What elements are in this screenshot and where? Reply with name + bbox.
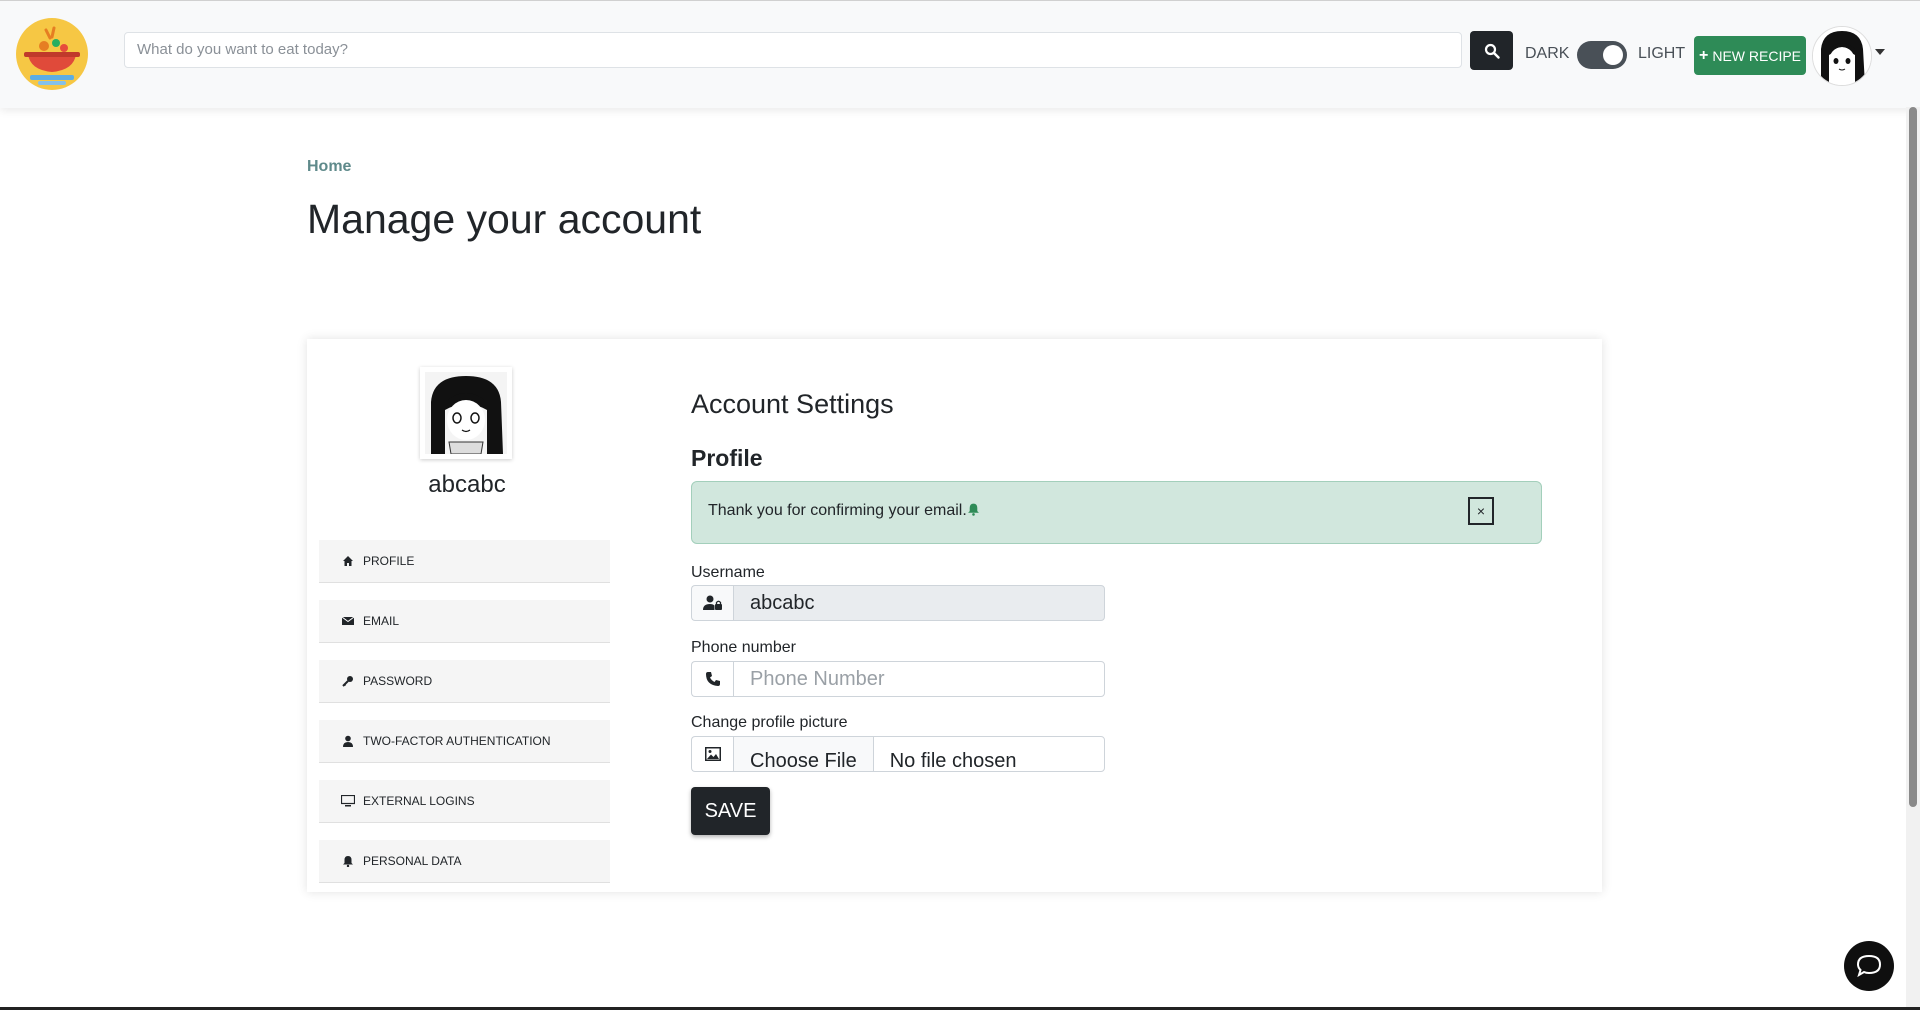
- plus-icon: +: [1698, 46, 1709, 64]
- chevron-down-icon[interactable]: [1875, 49, 1885, 55]
- user-avatar[interactable]: [1812, 26, 1872, 86]
- sidebar-item-password[interactable]: PASSWORD: [319, 660, 610, 703]
- phone-field: Phone Number: [691, 661, 1105, 697]
- key-icon: [341, 674, 355, 688]
- scrollbar-thumb[interactable]: [1909, 107, 1917, 807]
- phone-icon: [705, 672, 720, 686]
- picture-addon: [691, 736, 733, 772]
- sidebar-item-external-logins[interactable]: EXTERNAL LOGINS: [319, 780, 610, 823]
- user-icon: [341, 734, 355, 748]
- profile-username: abcabc: [428, 471, 506, 498]
- envelope-icon: [341, 614, 355, 628]
- profile-avatar-icon: [425, 372, 507, 455]
- sidebar-item-email[interactable]: EMAIL: [319, 600, 610, 643]
- image-icon: [704, 747, 721, 761]
- home-icon: [341, 554, 355, 568]
- alert-text: Thank you for confirming your email.: [708, 502, 967, 519]
- username-input: abcabc: [733, 585, 1105, 621]
- profile-heading: Profile: [691, 445, 763, 471]
- bell-icon: [341, 854, 355, 868]
- alert-message: Thank you for confirming your email.: [708, 502, 980, 521]
- sidebar-item-two-factor[interactable]: TWO-FACTOR AUTHENTICATION: [319, 720, 610, 763]
- chat-bubble-icon: [1856, 954, 1882, 978]
- sidebar-item-personal-data[interactable]: PERSONAL DATA: [319, 840, 610, 883]
- phone-input[interactable]: Phone Number: [733, 661, 1105, 697]
- light-mode-label: LIGHT: [1638, 45, 1686, 62]
- username-field: abcabc: [691, 585, 1105, 621]
- app-logo[interactable]: [16, 18, 88, 90]
- sidebar-item-label: PERSONAL DATA: [363, 854, 462, 868]
- success-alert: Thank you for confirming your email. ×: [691, 481, 1542, 544]
- phone-label: Phone number: [691, 639, 796, 656]
- save-button[interactable]: SAVE: [691, 787, 770, 835]
- sidebar-item-label: PASSWORD: [363, 674, 433, 688]
- username-addon: [691, 585, 733, 621]
- new-recipe-label: NEW RECIPE: [1712, 47, 1802, 64]
- page-scrollbar[interactable]: [1906, 107, 1920, 1010]
- search-button[interactable]: [1470, 31, 1513, 70]
- phone-addon: [691, 661, 733, 697]
- new-recipe-button[interactable]: + NEW RECIPE: [1694, 36, 1806, 75]
- choose-file-button[interactable]: Choose File: [734, 737, 874, 771]
- username-label: Username: [691, 564, 765, 581]
- bell-icon: [967, 502, 980, 521]
- sidebar-item-profile[interactable]: PROFILE: [319, 540, 610, 583]
- sidebar-item-label: EMAIL: [363, 614, 400, 628]
- sidebar-item-label: TWO-FACTOR AUTHENTICATION: [363, 734, 551, 748]
- food-bowl-logo-icon: [17, 19, 87, 89]
- sidebar-item-label: EXTERNAL LOGINS: [363, 794, 475, 808]
- page-title: Manage your account: [307, 196, 702, 242]
- profile-picture-label: Change profile picture: [691, 714, 848, 731]
- alert-close-button[interactable]: ×: [1468, 497, 1494, 525]
- account-settings-heading: Account Settings: [691, 389, 894, 419]
- top-navbar: What do you want to eat today? DARK LIGH…: [0, 0, 1920, 108]
- search-icon: [1484, 43, 1500, 59]
- breadcrumb-home[interactable]: Home: [307, 158, 351, 176]
- chat-button[interactable]: [1844, 941, 1894, 991]
- profile-picture-field: Choose File No file chosen: [691, 736, 1105, 772]
- anime-avatar-icon: [1813, 27, 1871, 85]
- search-input[interactable]: What do you want to eat today?: [124, 32, 1462, 68]
- profile-picture: [420, 367, 512, 459]
- file-input[interactable]: Choose File No file chosen: [733, 736, 1105, 772]
- sidebar-item-label: PROFILE: [363, 554, 415, 568]
- monitor-icon: [341, 794, 355, 808]
- theme-toggle[interactable]: [1577, 41, 1627, 69]
- dark-mode-label: DARK: [1525, 45, 1570, 62]
- file-status: No file chosen: [889, 750, 1017, 772]
- user-lock-icon: [702, 595, 722, 610]
- account-card: abcabc PROFILE EMAIL PASSWORD TWO-FACTOR…: [307, 339, 1602, 892]
- toggle-knob: [1603, 45, 1623, 65]
